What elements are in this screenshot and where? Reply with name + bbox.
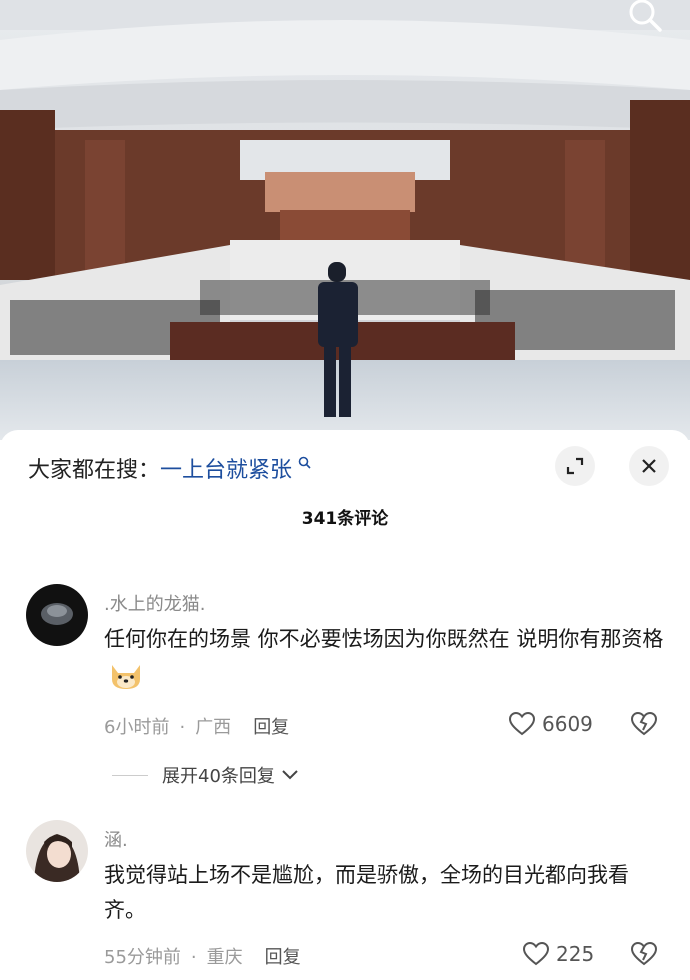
like-button[interactable]: 6609	[508, 711, 593, 737]
search-mini-icon	[294, 456, 312, 473]
comment-nickname[interactable]: .水上的龙猫.	[104, 590, 205, 616]
broken-heart-icon	[630, 941, 658, 966]
comment-text-content: 任何你在的场景 你不必要怯场因为你既然在 说明你有那资格	[104, 627, 664, 651]
comment-location: 广西	[195, 717, 232, 738]
comment-count: 341条评论	[301, 509, 389, 529]
post-photo[interactable]	[0, 0, 690, 440]
comment-time: 55分钟前	[104, 947, 181, 968]
heart-icon	[508, 711, 536, 736]
doge-emoji	[108, 659, 144, 691]
chevron-down-icon	[282, 770, 298, 780]
heart-icon	[522, 941, 550, 966]
reply-button[interactable]: 回复	[253, 717, 289, 738]
comment-sheet: 大家都在搜：一上台就紧张 341条评论 .水上的龙猫. 任何你在的场景 你不必要…	[0, 430, 690, 980]
expand-divider	[112, 774, 148, 776]
like-count: 6609	[542, 712, 593, 736]
comment-nickname[interactable]: 涵.	[104, 826, 128, 852]
comment-time: 6小时前	[104, 717, 170, 738]
close-button[interactable]	[629, 446, 669, 486]
expand-replies-label: 展开40条回复	[162, 766, 275, 787]
avatar[interactable]	[26, 584, 88, 646]
dislike-button[interactable]	[630, 711, 658, 741]
reply-button[interactable]: 回复	[265, 947, 301, 968]
broken-heart-icon	[630, 711, 658, 736]
like-count: 225	[556, 942, 595, 966]
comment-text: 任何你在的场景 你不必要怯场因为你既然在 说明你有那资格	[104, 622, 664, 692]
hot-search-bar[interactable]: 大家都在搜：一上台就紧张	[28, 452, 312, 484]
avatar[interactable]	[26, 820, 88, 882]
hot-search-keyword[interactable]: 一上台就紧张	[160, 458, 292, 483]
dislike-button[interactable]	[630, 941, 658, 971]
comment-text: 我觉得站上场不是尴尬，而是骄傲，全场的目光都向我看齐。	[104, 863, 629, 922]
hot-search-prefix: 大家都在搜：	[28, 458, 161, 483]
expand-button[interactable]	[555, 446, 595, 486]
search-icon	[629, 0, 662, 32]
comment-meta: 55分钟前 · 重庆 回复	[104, 947, 301, 968]
like-button[interactable]: 225	[522, 941, 594, 967]
comment-meta: 6小时前 · 广西 回复	[104, 717, 290, 738]
expand-replies[interactable]: 展开40条回复	[112, 762, 299, 788]
expand-icon	[566, 457, 584, 475]
comment-location: 重庆	[206, 947, 243, 968]
search-button[interactable]	[624, 0, 668, 36]
close-icon	[642, 459, 656, 473]
